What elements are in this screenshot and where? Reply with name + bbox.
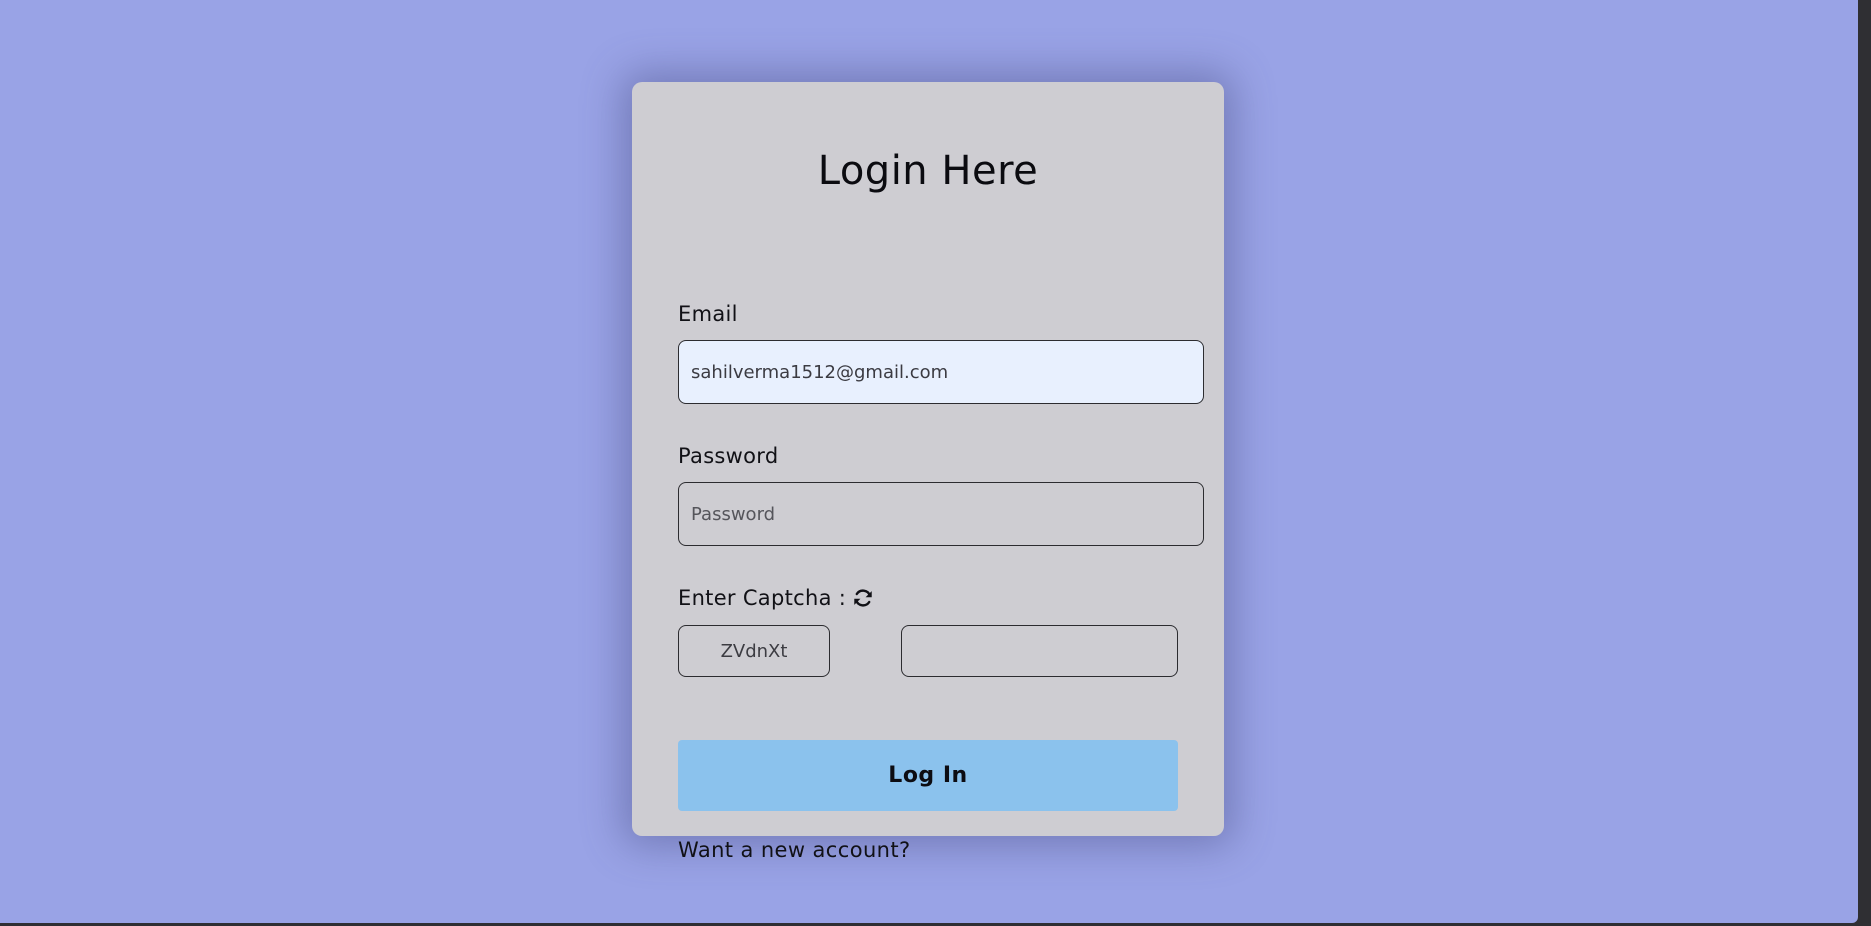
login-card: Login Here Email Password Enter Captcha …	[632, 82, 1224, 862]
page-background: Login Here Email Password Enter Captcha …	[0, 0, 1858, 923]
captcha-code: ZVdnXt	[678, 625, 830, 677]
password-label: Password	[678, 444, 779, 468]
login-button[interactable]: Log In	[678, 740, 1178, 811]
new-account-link[interactable]: Want a new account?	[678, 838, 911, 862]
refresh-icon[interactable]	[852, 587, 874, 609]
email-label: Email	[678, 302, 738, 326]
password-field[interactable]	[678, 482, 1204, 546]
page-title: Login Here	[817, 148, 1039, 194]
captcha-input[interactable]	[901, 625, 1178, 677]
email-field[interactable]	[678, 340, 1204, 404]
captcha-label: Enter Captcha :	[678, 586, 847, 610]
captcha-label-row: Enter Captcha :	[678, 586, 874, 610]
